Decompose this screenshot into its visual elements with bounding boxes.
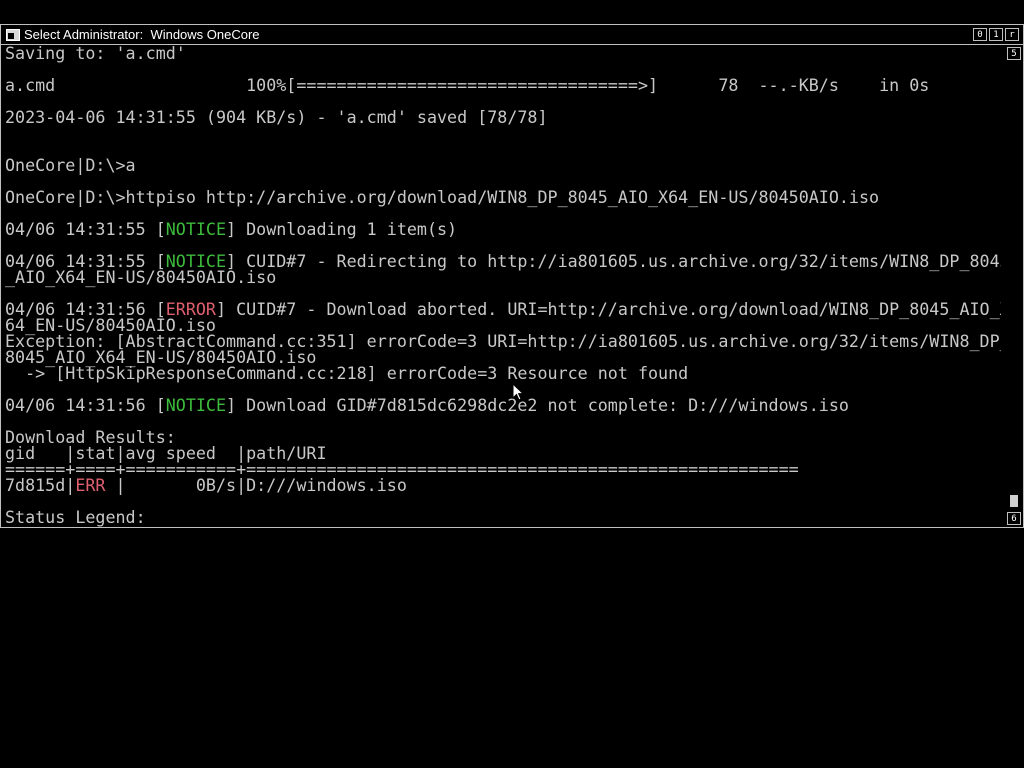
vertical-scrollbar[interactable]: 5 6 (1007, 47, 1021, 525)
console-line: 7d815d|ERR | 0B/s|D:///windows.iso (5, 475, 1001, 495)
console-line: Saving to: 'a.cmd' (5, 45, 1001, 61)
minimize-button[interactable]: 0 (973, 28, 987, 41)
console-text: 04/06 14:31:55 [ (5, 219, 166, 239)
title-bar[interactable]: Select Administrator: Windows OneCore 0 … (1, 25, 1023, 45)
console-app-icon[interactable] (6, 28, 20, 41)
scroll-thumb[interactable] (1010, 495, 1018, 507)
scroll-down-button[interactable]: 6 (1007, 512, 1021, 525)
console-text: Status Legend: (5, 507, 146, 527)
console-line: OneCore|D:\>httpiso http://archive.org/d… (5, 187, 1001, 207)
maximize-button[interactable]: 1 (989, 28, 1003, 41)
scroll-up-button[interactable]: 5 (1007, 47, 1021, 60)
notice-tag: NOTICE (165, 219, 227, 239)
console-text: _AIO_X64_EN-US/80450AIO.iso (5, 267, 277, 287)
console-line: 2023-04-06 14:31:55 (904 KB/s) - 'a.cmd'… (5, 107, 1001, 127)
error-tag: ERR (75, 475, 116, 495)
console-text: ] CUID#7 - Redirecting to http://ia80160… (226, 251, 1001, 271)
console-text: ] Downloading 1 item(s) (226, 219, 458, 239)
console-text: 7d815d| (5, 475, 76, 495)
console-text: OneCore|D:\>httpiso http://archive.org/d… (5, 187, 880, 207)
notice-tag: NOTICE (165, 395, 227, 415)
console-output[interactable]: Saving to: 'a.cmd' a.cmd 100%[===========… (5, 45, 1001, 527)
console-line: 04/06 14:31:56 [NOTICE] Download GID#7d8… (5, 395, 1001, 415)
console-text: 04/06 14:31:56 [ (5, 395, 166, 415)
console-line: Status Legend: (5, 507, 1001, 527)
console-text: | 0B/s|D:///windows.iso (115, 475, 407, 495)
console-window[interactable]: Select Administrator: Windows OneCore 0 … (0, 24, 1024, 528)
console-line: OneCore|D:\>a (5, 155, 1001, 175)
window-title: Select Administrator: Windows OneCore (24, 27, 260, 42)
console-text: ] Download GID#7d815dc6298dc2e2 not comp… (226, 395, 849, 415)
console-text: -> [HttpSkipResponseCommand.cc:218] erro… (5, 363, 689, 383)
console-text: ] CUID#7 - Download aborted. URI=http://… (215, 299, 1001, 319)
mouse-pointer-icon (512, 383, 524, 401)
console-line: _AIO_X64_EN-US/80450AIO.iso (5, 267, 1001, 287)
close-button[interactable]: r (1005, 28, 1019, 41)
console-line: -> [HttpSkipResponseCommand.cc:218] erro… (5, 363, 1001, 383)
console-line: a.cmd 100%[=============================… (5, 75, 1001, 95)
console-line: 04/06 14:31:55 [NOTICE] Downloading 1 it… (5, 219, 1001, 239)
window-controls: 0 1 r (973, 28, 1019, 41)
console-text: Saving to: 'a.cmd' (5, 45, 186, 63)
console-text: OneCore|D:\>a (5, 155, 136, 175)
console-text: 2023-04-06 14:31:55 (904 KB/s) - 'a.cmd'… (5, 107, 548, 127)
scroll-track[interactable] (1010, 63, 1018, 507)
console-text: a.cmd 100%[=============================… (5, 75, 930, 95)
